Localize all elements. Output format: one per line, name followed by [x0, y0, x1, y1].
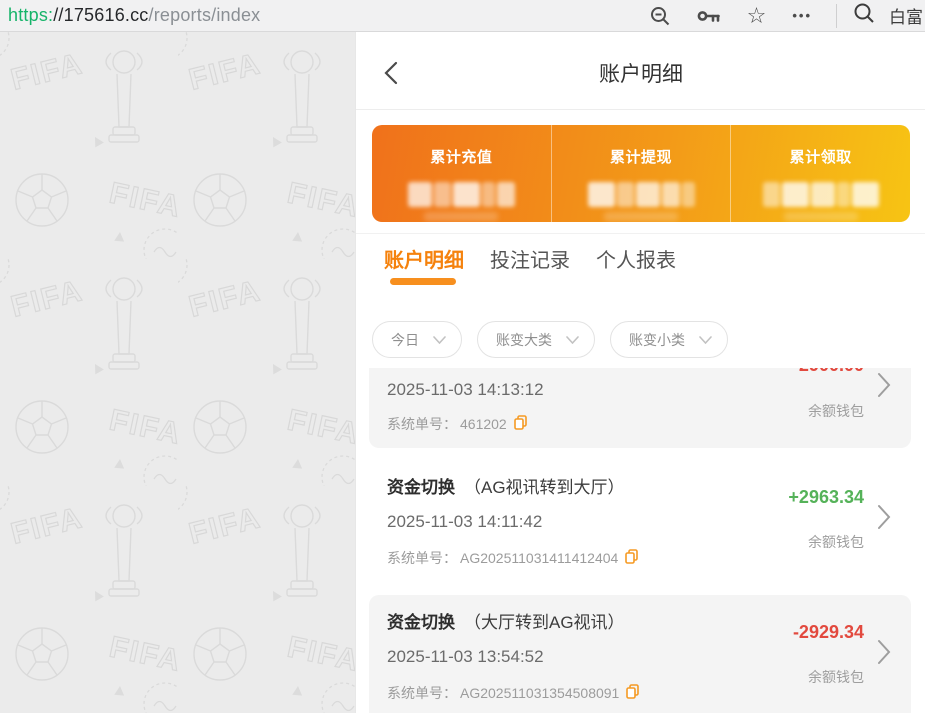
summary-deposit-label: 累计充值	[430, 146, 492, 167]
browser-toolbar: https://175616.cc/reports/index ☆ •••	[0, 0, 925, 32]
transaction-subtitle: （AG视讯转到大厅）	[464, 478, 625, 497]
order-number: AG202511031411412404	[460, 550, 618, 566]
order-label: 系统单号：	[387, 414, 457, 434]
summary-claim-label: 累计领取	[790, 146, 852, 167]
url-bar[interactable]: https://175616.cc/reports/index	[0, 5, 260, 26]
chevron-right-icon	[877, 504, 891, 535]
bookmark-star-icon[interactable]: ☆	[747, 6, 767, 26]
filter-major-type-dropdown[interactable]: 账变大类	[477, 321, 595, 358]
transaction-type: 资金切换	[387, 478, 455, 497]
tab-account-detail[interactable]: 账户明细	[384, 244, 464, 289]
summary-card: 累计充值 累计提现 累计领取	[372, 125, 910, 222]
page-title: 账户明细	[356, 58, 925, 88]
transaction-row[interactable]: 资金切换 （AG视讯转到大厅） +2963.34 2025-11-03 14:11…	[369, 460, 911, 585]
chevron-down-icon	[566, 336, 579, 344]
summary-withdraw-label: 累计提现	[610, 146, 672, 167]
chevron-right-icon	[877, 639, 891, 670]
section-divider	[356, 233, 925, 234]
browser-actions: ☆ •••	[649, 5, 836, 27]
transaction-datetime: 2025-11-03 13:54:52	[387, 647, 544, 667]
blur-echo	[424, 212, 498, 221]
order-label: 系统单号：	[387, 683, 457, 703]
transaction-amount: -2929.34	[793, 622, 864, 643]
transaction-title: 资金切换 （大厅转到AG视讯）	[387, 608, 625, 633]
app-header: 账户明细	[356, 32, 925, 110]
url-host: //175616.cc	[53, 5, 148, 25]
key-icon[interactable]	[697, 8, 721, 24]
tab-personal-report[interactable]: 个人报表	[596, 244, 676, 289]
screen: https://175616.cc/reports/index ☆ •••	[0, 0, 925, 713]
summary-claim-value-blurred	[763, 182, 879, 207]
filter-date-dropdown[interactable]: 今日	[372, 321, 462, 358]
copy-icon[interactable]	[626, 684, 639, 702]
transaction-order: 系统单号：AG202511031411412404	[387, 548, 638, 568]
filter-minor-type-dropdown[interactable]: 账变小类	[610, 321, 728, 358]
transaction-order: 系统单号：461202	[387, 414, 527, 434]
transaction-datetime: 2025-11-03 14:13:12	[387, 380, 544, 400]
amount-clipped: -2900.00	[793, 368, 864, 377]
filter-date-label: 今日	[391, 330, 419, 350]
browser-tab-search[interactable]: 白富	[837, 2, 925, 29]
transaction-row[interactable]: 资金切换 （大厅转到AG视讯） -2929.34 2025-11-03 13:54…	[369, 595, 911, 713]
summary-deposit-value-blurred	[408, 182, 515, 207]
transaction-title: 资金切换 （AG视讯转到大厅）	[387, 473, 625, 498]
account-detail-panel: 账户明细 累计充值 累计提现 累计领取	[355, 32, 925, 713]
filter-bar: 今日 账变大类 账变小类	[372, 321, 728, 358]
url-scheme: https:	[8, 5, 53, 25]
order-label: 系统单号：	[387, 548, 457, 568]
transaction-amount: +2963.34	[788, 487, 864, 508]
tab-personal-report-label: 个人报表	[596, 250, 676, 272]
chevron-down-icon	[433, 336, 446, 344]
copy-icon[interactable]	[514, 415, 527, 433]
chevron-down-icon	[699, 336, 712, 344]
chevron-right-icon	[877, 372, 891, 403]
transaction-row[interactable]: -2900.00 2025-11-03 14:13:12 余额钱包 系统单号：4…	[369, 368, 911, 448]
filter-minor-type-label: 账变小类	[629, 330, 685, 350]
tab-bet-records-label: 投注记录	[490, 250, 570, 272]
transaction-datetime: 2025-11-03 14:11:42	[387, 512, 542, 532]
summary-deposit: 累计充值	[372, 125, 551, 222]
active-tab-underline	[390, 278, 456, 285]
tab-account-detail-label: 账户明细	[384, 250, 464, 272]
order-number: AG202511031354508091	[460, 685, 619, 701]
zoom-out-icon[interactable]	[649, 5, 671, 27]
transaction-subtitle: （大厅转到AG视讯）	[464, 613, 625, 632]
url-path: /reports/index	[149, 5, 261, 25]
blur-echo	[604, 212, 678, 221]
tab-bet-records[interactable]: 投注记录	[490, 244, 570, 289]
browser-tab-title: 白富	[889, 3, 923, 28]
more-menu-icon[interactable]: •••	[792, 8, 812, 23]
fifa-pattern-wallpaper: FIFA	[0, 32, 355, 713]
wallet-label: 余额钱包	[808, 667, 864, 687]
transaction-type: 资金切换	[387, 613, 455, 632]
search-icon	[853, 2, 875, 29]
summary-claim: 累计领取	[730, 125, 910, 222]
summary-withdraw-value-blurred	[588, 182, 695, 207]
blur-echo	[784, 212, 858, 221]
transaction-amount: -2900.00	[793, 368, 864, 376]
wallet-label: 余额钱包	[808, 401, 864, 421]
filter-major-type-label: 账变大类	[496, 330, 552, 350]
page: FIFA	[0, 32, 925, 713]
order-number: 461202	[460, 416, 507, 432]
summary-withdraw: 累计提现	[551, 125, 731, 222]
transaction-order: 系统单号：AG202511031354508091	[387, 683, 639, 703]
wallet-label: 余额钱包	[808, 532, 864, 552]
copy-icon[interactable]	[625, 549, 638, 567]
detail-tabs: 账户明细 投注记录 个人报表	[384, 244, 676, 289]
